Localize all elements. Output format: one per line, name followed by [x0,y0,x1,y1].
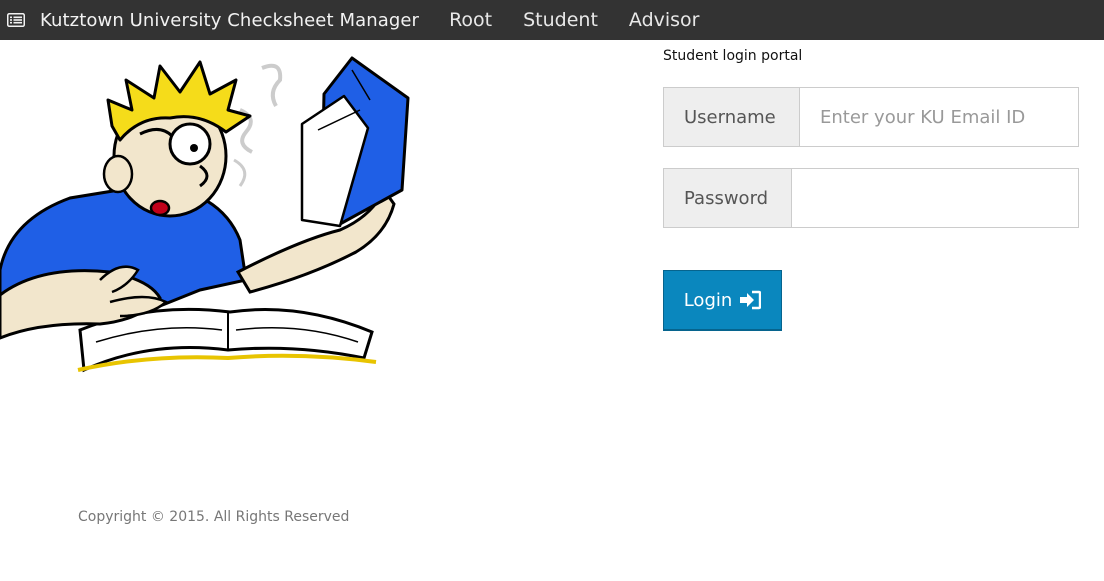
copyright-text: Copyright © 2015. All Rights Reserved [78,509,350,525]
password-label: Password [664,169,792,227]
brand-link[interactable]: Kutztown University Checksheet Manager [0,0,419,40]
username-group: Username [663,87,1079,147]
username-label: Username [664,88,800,146]
brand-title: Kutztown University Checksheet Manager [40,9,420,31]
nav-link-student[interactable]: Student [523,0,598,40]
student-reading-illustration [0,40,420,380]
password-input[interactable] [792,169,1078,227]
portal-title: Student login portal [663,48,803,64]
nav-link-root[interactable]: Root [449,0,492,40]
list-icon [7,13,25,27]
nav-link-advisor[interactable]: Advisor [629,0,700,40]
login-button[interactable]: Login [663,270,782,331]
nav-links: Root Student Advisor [449,0,730,40]
login-button-label: Login [683,289,733,311]
top-navbar: Kutztown University Checksheet Manager R… [0,0,1104,40]
username-input[interactable] [800,88,1078,146]
password-group: Password [663,168,1079,228]
sign-in-icon [739,290,762,310]
